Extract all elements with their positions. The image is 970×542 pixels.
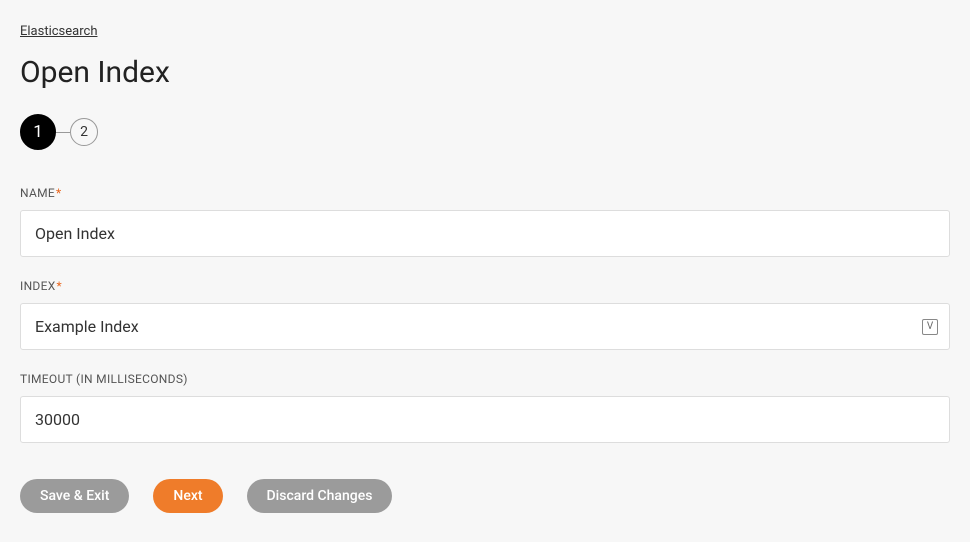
breadcrumb-elasticsearch[interactable]: Elasticsearch [20,24,97,39]
next-button[interactable]: Next [153,479,222,513]
index-required-marker: * [57,279,62,293]
stepper: 1 2 [20,114,950,150]
timeout-input[interactable] [20,396,950,443]
name-input[interactable] [20,210,950,257]
index-label: INDEX* [20,279,950,293]
save-exit-button[interactable]: Save & Exit [20,479,129,513]
discard-button[interactable]: Discard Changes [247,479,393,513]
form-group-index: INDEX* V [20,279,950,350]
button-row: Save & Exit Next Discard Changes [20,479,950,513]
form-group-name: NAME* [20,186,950,257]
step-connector [56,132,70,133]
timeout-label-text: TIMEOUT (IN MILLISECONDS) [20,372,188,386]
page-title: Open Index [20,55,950,90]
name-required-marker: * [56,186,61,200]
variable-icon[interactable]: V [922,319,938,335]
index-input[interactable] [20,303,950,350]
form-group-timeout: TIMEOUT (IN MILLISECONDS) [20,372,950,443]
timeout-label: TIMEOUT (IN MILLISECONDS) [20,372,950,386]
index-label-text: INDEX [20,279,56,293]
step-2[interactable]: 2 [70,118,98,146]
name-label: NAME* [20,186,950,200]
index-input-wrapper: V [20,303,950,350]
step-1[interactable]: 1 [20,114,56,150]
name-label-text: NAME [20,186,55,200]
